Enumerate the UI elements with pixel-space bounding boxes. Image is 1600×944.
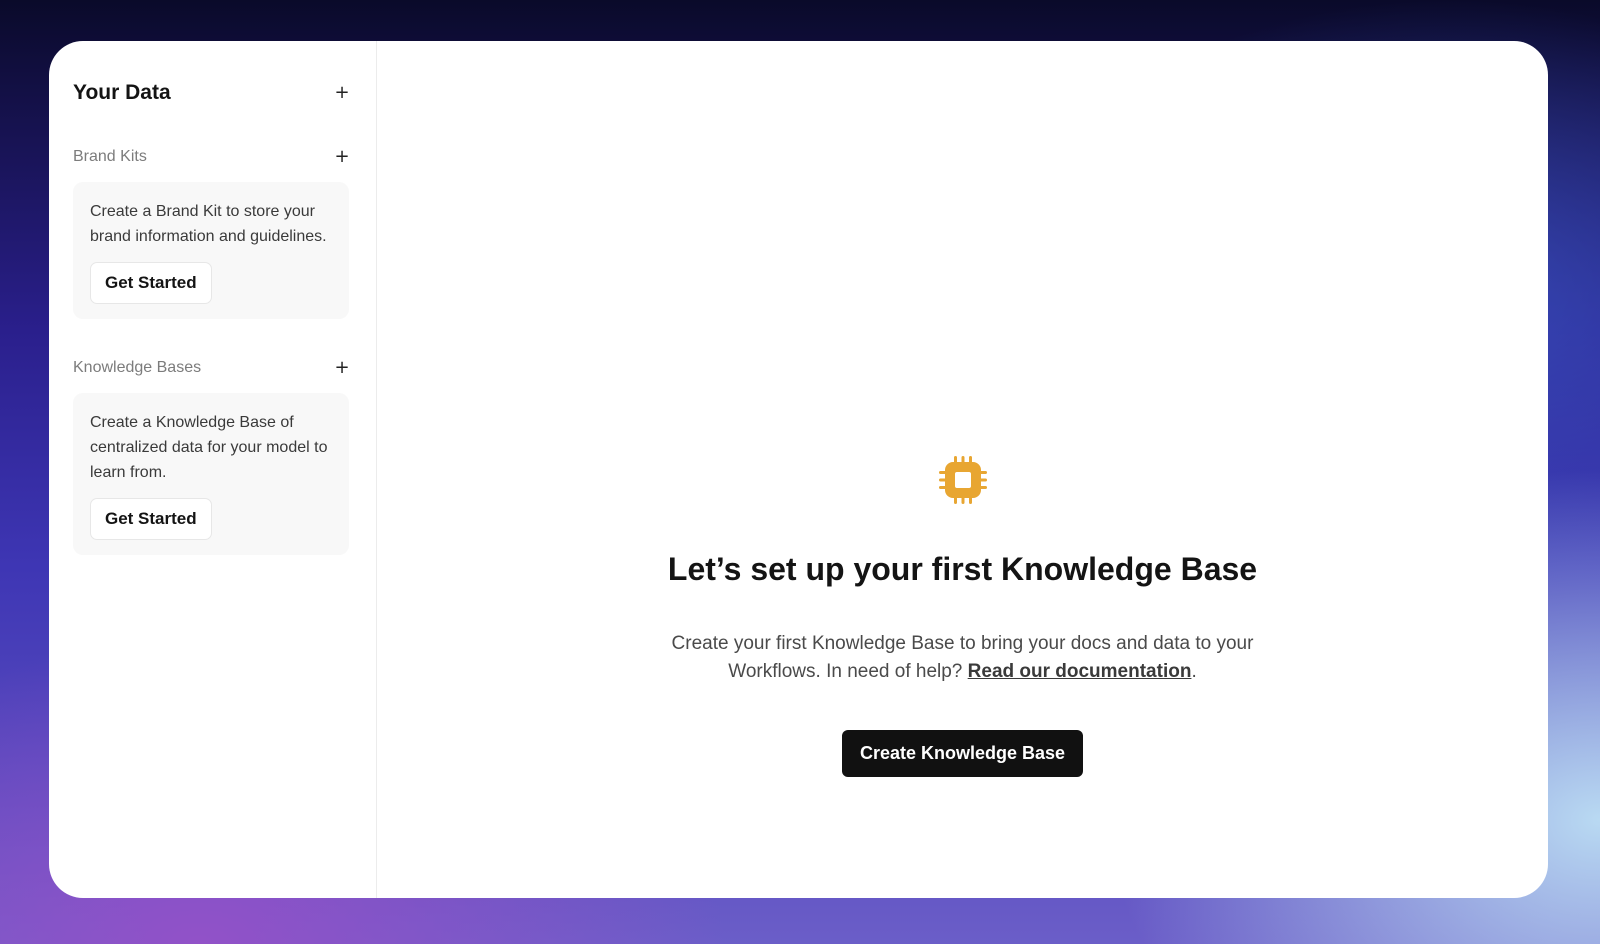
read-documentation-link[interactable]: Read our documentation <box>968 661 1192 682</box>
empty-state-description-period: . <box>1191 661 1197 682</box>
knowledge-bases-card: Create a Knowledge Base of centralized d… <box>73 393 349 555</box>
empty-state-description: Create your first Knowledge Base to brin… <box>633 630 1293 686</box>
knowledge-bases-get-started-button[interactable]: Get Started <box>90 498 212 540</box>
brand-kits-get-started-button[interactable]: Get Started <box>90 262 212 304</box>
cpu-chip-icon <box>937 454 989 506</box>
knowledge-bases-label: Knowledge Bases <box>73 359 202 376</box>
create-knowledge-base-button[interactable]: Create Knowledge Base <box>841 730 1084 777</box>
add-data-plus-icon[interactable]: + <box>332 84 352 102</box>
add-knowledge-base-plus-icon[interactable]: + <box>332 359 352 377</box>
brand-kits-description: Create a Brand Kit to store your brand i… <box>90 203 327 245</box>
empty-state-headline: Let’s set up your first Knowledge Base <box>667 551 1258 587</box>
brand-kits-label: Brand Kits <box>73 148 147 165</box>
sidebar-title: Your Data <box>73 81 171 104</box>
add-brand-kit-plus-icon[interactable]: + <box>332 148 352 166</box>
main-panel: Let’s set up your first Knowledge Base C… <box>377 41 1548 898</box>
sidebar-header: Your Data + <box>73 78 352 108</box>
brand-kits-header: Brand Kits + <box>73 146 352 168</box>
app-window: Your Data + Brand Kits + Create a Brand … <box>49 41 1548 898</box>
knowledge-bases-description: Create a Knowledge Base of centralized d… <box>90 414 328 481</box>
sidebar: Your Data + Brand Kits + Create a Brand … <box>49 41 377 898</box>
brand-kits-card: Create a Brand Kit to store your brand i… <box>73 182 349 319</box>
empty-state: Let’s set up your first Knowledge Base C… <box>377 454 1548 777</box>
knowledge-bases-header: Knowledge Bases + <box>73 357 352 379</box>
